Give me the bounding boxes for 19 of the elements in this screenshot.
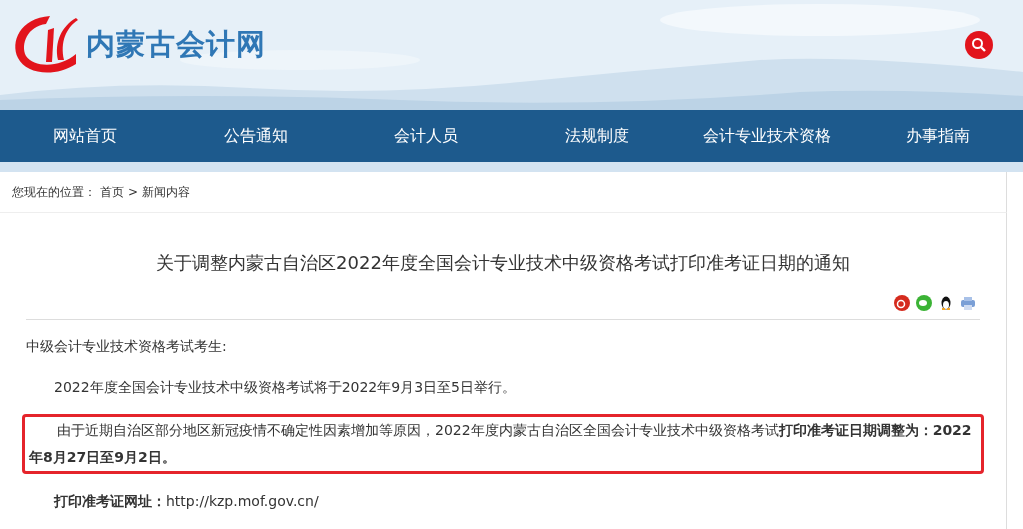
nav-item[interactable]: 法规制度: [511, 110, 682, 162]
url-link[interactable]: http://kzp.mof.gov.cn/: [166, 493, 319, 509]
nav-item[interactable]: 会计人员: [341, 110, 512, 162]
breadcrumb-separator: >: [128, 185, 139, 199]
nav-item[interactable]: 办事指南: [852, 110, 1023, 162]
paragraph: 中级会计专业技术资格考试考生:: [26, 337, 228, 356]
breadcrumb-link[interactable]: 首页: [100, 183, 124, 201]
nav-item[interactable]: 会计专业技术资格: [682, 110, 853, 162]
search-icon: [971, 37, 987, 53]
site-name[interactable]: 内蒙古会计网: [86, 25, 266, 65]
print-icon[interactable]: [960, 295, 976, 311]
link-label: 打印准考证网址：: [54, 493, 166, 509]
article-title: 关于调整内蒙古自治区2022年度全国会计专业技术中级资格考试打印准考证日期的通知: [155, 251, 851, 275]
nav-item[interactable]: 公告通知: [170, 110, 341, 162]
breadcrumb-link[interactable]: 新闻内容: [142, 183, 191, 201]
paragraph: 2022年度全国会计专业技术中级资格考试将于2022年9月3日至5日举行。: [53, 378, 517, 397]
nav-item[interactable]: 网站首页: [0, 110, 171, 162]
paragraph: 由于近期自治区部分地区新冠疫情不确定性因素增加等原因，2022年度内蒙古自治区全国会计专业技术中级资格考试打印准考证日期调整为：2022年8月27日至9月2日。: [29, 421, 973, 467]
breadcrumb-label: 您现在的位置：: [12, 183, 96, 201]
